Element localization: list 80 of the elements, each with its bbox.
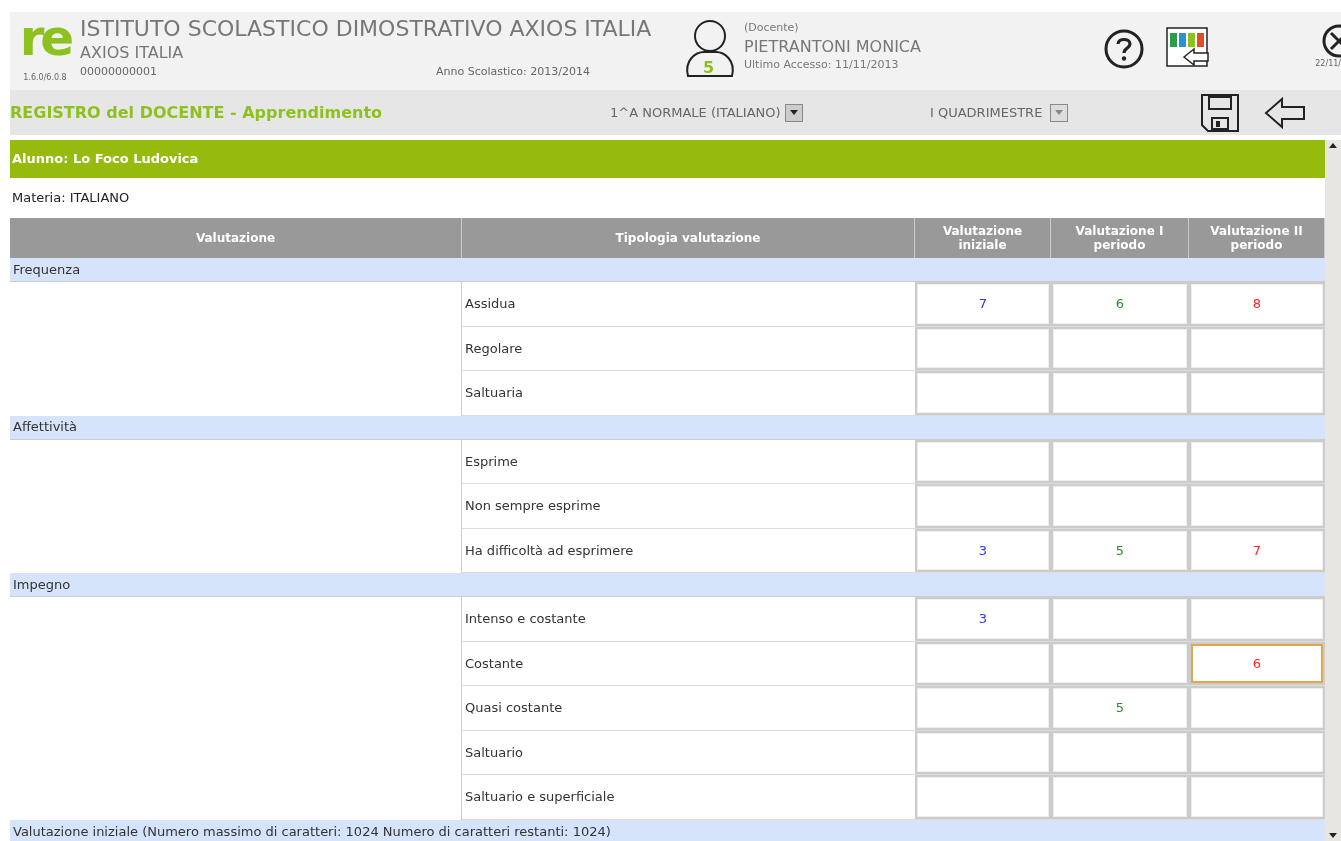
evaluation-type: Regolare: [464, 339, 524, 358]
user-role: (Docente): [744, 20, 800, 36]
caret-icon: [789, 110, 798, 115]
grade-field[interactable]: [1053, 599, 1187, 639]
grade-field[interactable]: [917, 486, 1049, 526]
close-date: 22/11/: [1315, 58, 1341, 70]
last-access: Ultimo Accesso: 11/11/2013: [744, 56, 900, 73]
organization-name: AXIOS ITALIA: [80, 42, 185, 64]
grade-value: 3: [978, 610, 988, 628]
subject-label: Materia: ITALIANO: [11, 189, 131, 208]
period-select[interactable]: I QUADRIMESTRE: [930, 102, 1043, 123]
grade-field[interactable]: [1053, 441, 1187, 481]
grade-field[interactable]: [1053, 486, 1187, 526]
evaluation-type: Saltuario e superficiale: [464, 788, 616, 806]
school-name: ISTITUTO SCOLASTICO DIMOSTRATIVO AXIOS ITALIA: [80, 16, 653, 42]
user-name: PIETRANTONI MONICA: [744, 36, 922, 57]
grade-value: 6: [1115, 295, 1125, 313]
evaluation-type: Intenso e costante: [464, 610, 587, 628]
evaluation-type: Quasi costante: [464, 699, 564, 717]
grade-field[interactable]: [1191, 777, 1323, 817]
evaluation-type: Saltuario: [464, 743, 525, 762]
grade-field[interactable]: [1053, 643, 1187, 683]
grade-field[interactable]: [1053, 328, 1187, 368]
evaluation-type: Saltuaria: [464, 384, 525, 402]
student-bar: Alunno: Lo Foco Ludovica: [10, 140, 1325, 178]
version-label: 1.6.0/6.0.8: [23, 72, 67, 84]
section-header: Frequenza: [10, 258, 1325, 282]
grade-value: 5: [1115, 699, 1125, 717]
grade-field[interactable]: 8: [1191, 284, 1323, 324]
grade-field[interactable]: [1191, 732, 1323, 772]
back-arrow-icon[interactable]: [1264, 96, 1306, 129]
grade-field[interactable]: [917, 732, 1049, 772]
grade-field[interactable]: [1191, 373, 1323, 413]
class-select[interactable]: 1^A NORMALE (ITALIANO): [610, 102, 781, 123]
grade-field[interactable]: 6: [1053, 284, 1187, 324]
help-icon[interactable]: [1104, 29, 1144, 69]
grade-field[interactable]: [1053, 732, 1187, 772]
notification-count: 5: [703, 57, 715, 79]
grade-field[interactable]: [917, 373, 1049, 413]
evaluation-type: Assidua: [464, 295, 517, 313]
grade-field[interactable]: [917, 328, 1049, 368]
grade-field[interactable]: [917, 441, 1049, 481]
evaluation-type: Costante: [464, 654, 525, 673]
section-header: Affettività: [10, 415, 1325, 440]
grade-field[interactable]: [1191, 328, 1323, 368]
section-header: Valutazione iniziale (Numero massimo di caratteri: 1024 Numero di caratteri restanti: 1024): [10, 819, 1325, 841]
school-year: Anno Scolastico: 2013/2014: [435, 64, 590, 80]
app-logo: re: [19, 14, 71, 62]
dropdown-button[interactable]: [784, 103, 803, 122]
grade-value: 3: [978, 541, 988, 560]
caret-icon: [1055, 110, 1064, 115]
grade-field[interactable]: [1053, 777, 1187, 817]
grade-field[interactable]: [917, 643, 1049, 683]
evaluation-type: Non sempre esprime: [464, 497, 602, 515]
evaluation-type: Ha difficoltà ad esprimere: [464, 541, 635, 560]
grade-field[interactable]: [917, 777, 1049, 817]
grade-field[interactable]: 6: [1191, 643, 1323, 683]
grade-field[interactable]: 7: [917, 284, 1049, 324]
grade-value: 8: [1252, 295, 1262, 313]
school-code: 00000000001: [80, 64, 157, 80]
grade-field[interactable]: 5: [1053, 530, 1187, 570]
grade-field[interactable]: [1053, 373, 1187, 413]
scrollbar[interactable]: [1325, 140, 1341, 841]
grade-field[interactable]: 5: [1053, 688, 1187, 728]
grade-value: 6: [1252, 654, 1262, 673]
grade-field[interactable]: [917, 688, 1049, 728]
grade-field[interactable]: [1191, 599, 1323, 639]
grade-field[interactable]: 3: [917, 530, 1049, 570]
page-title: REGISTRO del DOCENTE - Apprendimento: [10, 101, 384, 124]
grade-value: 7: [1252, 541, 1262, 560]
grade-field[interactable]: 7: [1191, 530, 1323, 570]
grade-field[interactable]: [1191, 441, 1323, 481]
grade-field[interactable]: 3: [917, 599, 1049, 639]
save-icon[interactable]: [1200, 92, 1240, 133]
grade-value: 5: [1115, 541, 1125, 560]
evaluation-type: Esprime: [464, 452, 519, 471]
grade-value: 7: [978, 295, 988, 313]
grade-field[interactable]: [1191, 688, 1323, 728]
grade-field[interactable]: [1191, 486, 1323, 526]
section-header: Impegno: [10, 573, 1325, 597]
